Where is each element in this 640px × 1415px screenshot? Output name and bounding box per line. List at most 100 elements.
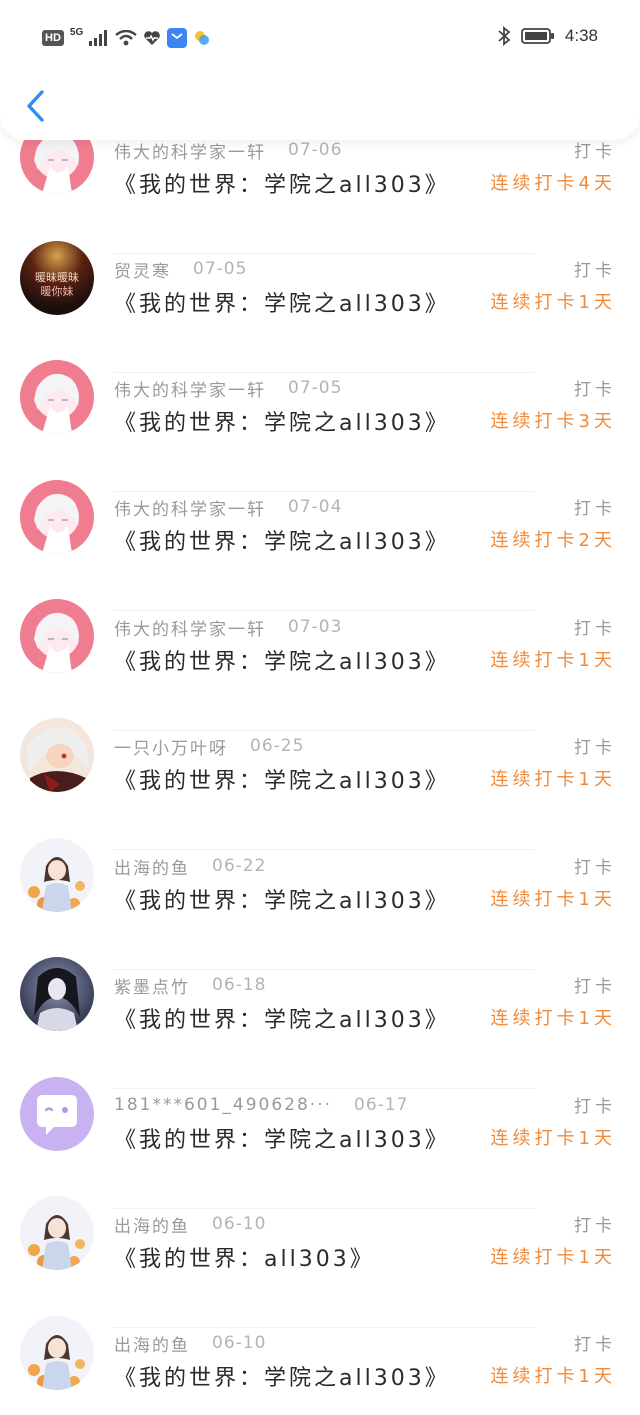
list-item[interactable]: 伟大的科学家一轩 07-05 《我的世界：学院之all303》 打卡 连续打卡3… (0, 360, 640, 492)
username[interactable]: 伟大的科学家一轩 (114, 615, 266, 640)
entry-date: 07-05 (288, 378, 343, 398)
checkin-type: 打卡 (574, 977, 616, 997)
network-label: 5G (69, 26, 84, 38)
avatar[interactable] (20, 360, 94, 434)
divider (114, 610, 534, 611)
top-bar: HD 5G 4:38 (0, 0, 640, 140)
book-title[interactable]: 《我的世界：学院之all303》 (114, 524, 450, 556)
avatar[interactable]: 暖昧暖昧 暖你妹 (20, 241, 94, 315)
list-item[interactable]: 伟大的科学家一轩 07-03 《我的世界：学院之all303》 打卡 连续打卡1… (0, 599, 640, 731)
bluetooth-icon (498, 26, 511, 46)
avatar[interactable] (20, 957, 94, 1031)
list-item[interactable]: 伟大的科学家一轩 07-04 《我的世界：学院之all303》 打卡 连续打卡2… (0, 480, 640, 611)
book-title[interactable]: 《我的世界：学院之all303》 (114, 405, 450, 437)
entry-date: 06-22 (212, 856, 267, 876)
entry-meta: 伟大的科学家一轩 07-03 (114, 612, 342, 642)
entry-date: 07-03 (288, 617, 343, 637)
book-title[interactable]: 《我的世界：学院之all303》 (114, 1122, 450, 1154)
entry-meta: 伟大的科学家一轩 07-05 (114, 373, 342, 403)
list-item[interactable]: 一只小万叶呀 06-25 《我的世界：学院之all303》 打卡 连续打卡1天 (0, 718, 640, 850)
streak-text: 连续打卡1天 (490, 292, 616, 313)
username[interactable]: 伟大的科学家一轩 (114, 376, 266, 401)
avatar[interactable] (20, 838, 94, 912)
entry-meta: 出海的鱼 06-22 (114, 851, 266, 881)
book-title[interactable]: 《我的世界：学院之all303》 (114, 883, 450, 915)
username[interactable]: 出海的鱼 (114, 1212, 190, 1237)
entry-meta: 181***601_490628··· 06-17 (114, 1090, 408, 1120)
status-bar: HD 5G 4:38 (0, 20, 640, 56)
wifi-icon (115, 30, 137, 46)
battery-icon (521, 28, 554, 44)
status-left: HD 5G (42, 26, 211, 48)
entry-meta: 紫墨点竹 06-18 (114, 970, 266, 1000)
streak-text: 连续打卡1天 (490, 1366, 616, 1387)
entry-date: 06-25 (250, 736, 305, 756)
checkin-type: 打卡 (574, 619, 616, 639)
book-title[interactable]: 《我的世界：学院之all303》 (114, 286, 450, 318)
book-title[interactable]: 《我的世界：学院之all303》 (114, 167, 450, 199)
list-item[interactable]: 出海的鱼 06-10 《我的世界：学院之all303》 打卡 连续打卡1天 (0, 1316, 640, 1415)
checkin-type: 打卡 (574, 858, 616, 878)
streak-text: 连续打卡3天 (490, 411, 616, 432)
checkin-type: 打卡 (574, 1335, 616, 1355)
username[interactable]: 181***601_490628··· (114, 1095, 332, 1115)
hd-badge: HD (42, 30, 64, 46)
list-item[interactable]: 伟大的科学家一轩 07-06 《我的世界：学院之all303》 打卡 连续打卡4… (0, 120, 640, 254)
avatar[interactable] (20, 1196, 94, 1270)
username[interactable]: 伟大的科学家一轩 (114, 495, 266, 520)
entry-meta: 一只小万叶呀 06-25 (114, 731, 304, 761)
streak-text: 连续打卡1天 (490, 1247, 616, 1268)
entry-date: 06-10 (212, 1333, 267, 1353)
entry-meta: 贸灵寒 07-05 (114, 254, 247, 284)
streak-text: 连续打卡1天 (490, 889, 616, 910)
book-title[interactable]: 《我的世界：学院之all303》 (114, 763, 450, 795)
checkin-type: 打卡 (574, 499, 616, 519)
checkin-type: 打卡 (574, 380, 616, 400)
list-item[interactable]: 出海的鱼 06-22 《我的世界：学院之all303》 打卡 连续打卡1天 (0, 838, 640, 970)
username[interactable]: 伟大的科学家一轩 (114, 138, 266, 163)
entry-date: 06-18 (212, 975, 267, 995)
avatar[interactable] (20, 599, 94, 673)
signal-icon (89, 30, 108, 46)
app-notification-icon (167, 28, 188, 48)
divider (114, 1088, 534, 1089)
colorful-app-icon (195, 31, 210, 45)
checkin-type: 打卡 (574, 142, 616, 162)
entry-date: 07-06 (288, 140, 343, 160)
entry-date: 06-17 (354, 1095, 409, 1115)
list-item[interactable]: 出海的鱼 06-10 《我的世界：all303》 打卡 连续打卡1天 (0, 1196, 640, 1328)
username[interactable]: 贸灵寒 (114, 257, 171, 282)
checkin-type: 打卡 (574, 261, 616, 281)
checkin-type: 打卡 (574, 1216, 616, 1236)
checkin-type: 打卡 (574, 738, 616, 758)
entry-date: 06-10 (212, 1214, 267, 1234)
avatar[interactable] (20, 480, 94, 554)
username[interactable]: 一只小万叶呀 (114, 734, 228, 759)
entry-meta: 出海的鱼 06-10 (114, 1328, 266, 1358)
list-item[interactable]: 暖昧暖昧 暖你妹 贸灵寒 07-05 《我的世界：学院之all303》 打卡 连… (0, 241, 640, 373)
entry-date: 07-05 (193, 259, 248, 279)
divider (114, 849, 534, 850)
avatar[interactable] (20, 1077, 94, 1151)
entry-date: 07-04 (288, 497, 343, 517)
avatar[interactable] (20, 1316, 94, 1390)
book-title[interactable]: 《我的世界：学院之all303》 (114, 1002, 450, 1034)
list-item[interactable]: 紫墨点竹 06-18 《我的世界：学院之all303》 打卡 连续打卡1天 (0, 957, 640, 1089)
book-title[interactable]: 《我的世界：学院之all303》 (114, 1360, 450, 1392)
book-title[interactable]: 《我的世界：学院之all303》 (114, 644, 450, 676)
entry-meta: 伟大的科学家一轩 07-04 (114, 492, 342, 522)
username[interactable]: 紫墨点竹 (114, 973, 190, 998)
streak-text: 连续打卡1天 (490, 1008, 616, 1029)
avatar[interactable] (20, 718, 94, 792)
clock: 4:38 (564, 26, 598, 45)
streak-text: 连续打卡1天 (490, 1128, 616, 1149)
username[interactable]: 出海的鱼 (114, 854, 190, 879)
health-heart-icon (144, 31, 161, 45)
chevron-left-icon[interactable] (22, 88, 52, 124)
book-title[interactable]: 《我的世界：all303》 (114, 1241, 375, 1273)
status-right: 4:38 (497, 26, 598, 46)
username[interactable]: 出海的鱼 (114, 1331, 190, 1356)
avatar-caption: 暖昧暖昧 暖你妹 (35, 271, 79, 298)
list-item[interactable]: 181***601_490628··· 06-17 《我的世界：学院之all30… (0, 1077, 640, 1209)
streak-text: 连续打卡1天 (490, 769, 616, 790)
